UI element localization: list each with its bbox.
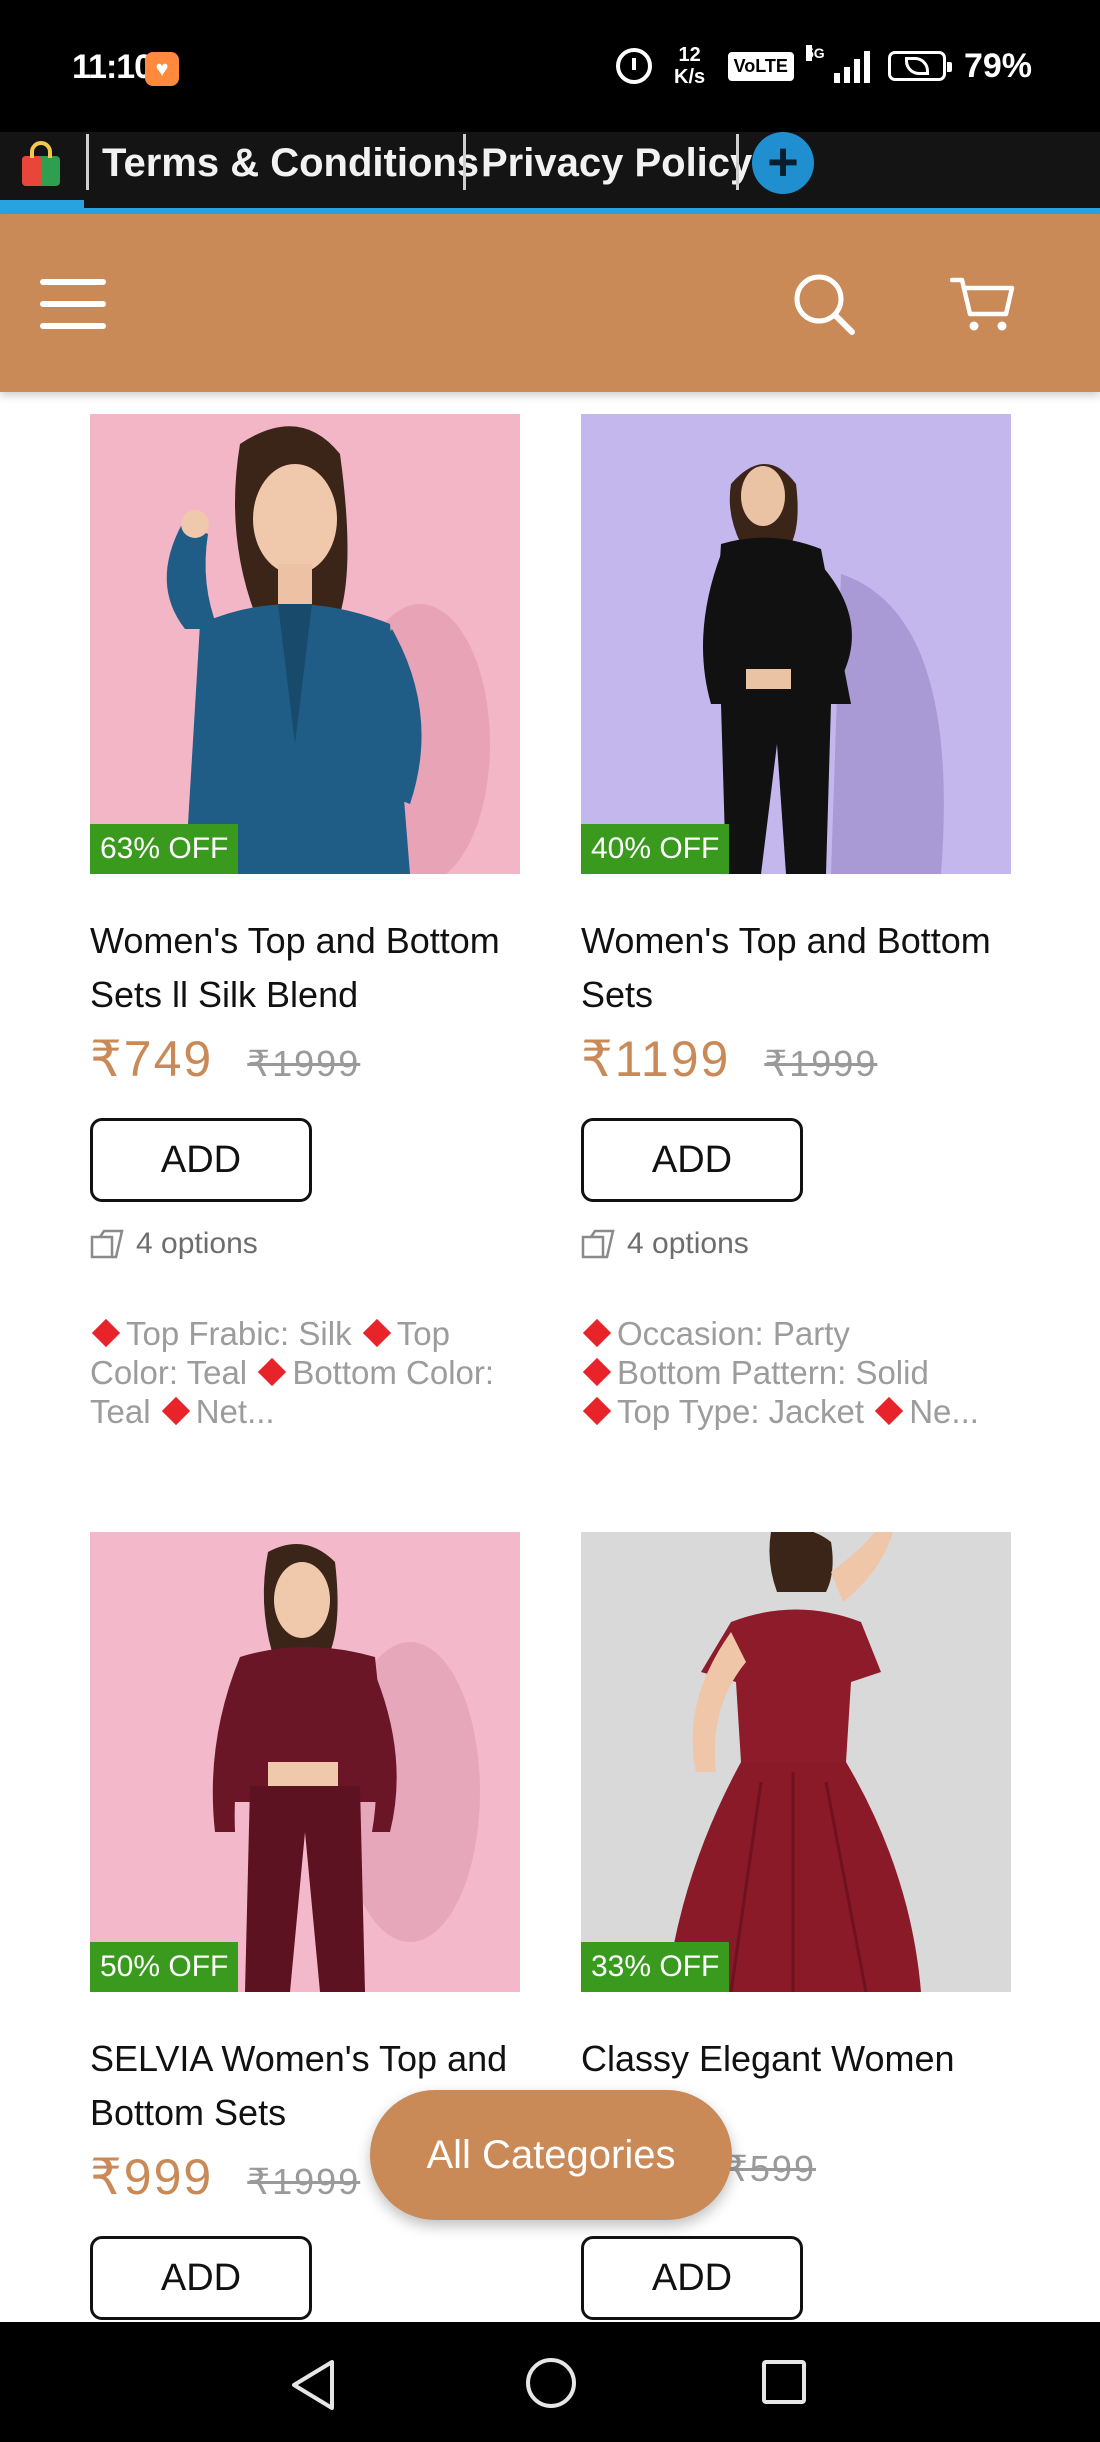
diamond-bullet-icon	[91, 1318, 121, 1348]
discount-badge: 33% OFF	[581, 1942, 730, 1992]
add-to-cart-button[interactable]: ADD	[581, 1118, 803, 1202]
shopping-bag-icon[interactable]	[16, 140, 66, 190]
app-header	[0, 214, 1100, 392]
recents-icon[interactable]	[762, 2360, 806, 2404]
attribute: Occasion: Party	[617, 1315, 850, 1352]
discount-badge: 63% OFF	[90, 824, 239, 874]
options-icon	[581, 1229, 615, 1259]
original-price: ₹1999	[764, 1043, 878, 1084]
original-price: ₹1999	[247, 2161, 361, 2202]
attribute: Ne...	[909, 1393, 979, 1430]
attribute: Top Frabic: Silk	[126, 1315, 352, 1352]
battery-percent: 79%	[963, 46, 1032, 85]
tab-separator	[463, 134, 466, 190]
product-attributes: Occasion: Party Bottom Pattern: Solid Top …	[581, 1314, 1011, 1432]
product-card[interactable]: 63% OFF Women's Top and Bottom Sets ll S…	[90, 414, 520, 1444]
diamond-bullet-icon	[362, 1318, 391, 1348]
diamond-bullet-icon	[875, 1396, 904, 1426]
all-categories-button[interactable]: All Categories	[370, 2090, 732, 2220]
options-count: 4 options	[136, 1227, 258, 1260]
product-attributes: Top Frabic: Silk Top Color: Teal Bottom …	[90, 1314, 520, 1432]
add-to-cart-button[interactable]: ADD	[90, 1118, 312, 1202]
price-row: ₹1199 ₹1999	[581, 1030, 877, 1090]
discount-badge: 50% OFF	[90, 1942, 239, 1992]
options-icon	[90, 1229, 124, 1259]
attribute: Top Type: Jacket	[617, 1393, 865, 1430]
battery-icon	[887, 51, 952, 81]
network-speed-value: 12	[678, 44, 701, 66]
sale-price: ₹1199	[581, 1031, 731, 1087]
product-image[interactable]	[581, 414, 1011, 874]
product-title[interactable]: Women's Top and Bottom Sets	[581, 914, 1011, 1022]
options-row[interactable]: 4 options	[581, 1224, 749, 1264]
back-icon[interactable]	[288, 2358, 340, 2412]
signal-icon: 5G	[805, 45, 870, 83]
status-time: 11:10	[72, 48, 153, 86]
options-row[interactable]: 4 options	[90, 1224, 258, 1264]
original-price: ₹1999	[247, 1043, 361, 1084]
network-type: 5G	[805, 45, 825, 61]
diamond-bullet-icon	[582, 1318, 612, 1348]
sale-price: ₹749	[90, 1031, 214, 1087]
discount-badge: 40% OFF	[581, 824, 730, 874]
product-title[interactable]: Classy Elegant Women	[581, 2032, 1011, 2086]
home-icon[interactable]	[526, 2358, 576, 2408]
diamond-bullet-icon	[582, 1357, 612, 1387]
cart-icon[interactable]	[950, 274, 1016, 334]
product-image[interactable]	[90, 1532, 520, 1992]
system-nav-bar	[0, 2322, 1100, 2442]
add-to-cart-button[interactable]: ADD	[90, 2236, 312, 2320]
search-icon[interactable]	[792, 272, 856, 336]
hamburger-menu-icon[interactable]	[40, 279, 106, 329]
app-notification-icon: ♥	[145, 52, 179, 86]
original-price: ₹599	[725, 2148, 816, 2189]
tab-separator	[86, 134, 89, 190]
tab-privacy-policy[interactable]: Privacy Policy	[481, 135, 752, 191]
tab-separator	[736, 134, 739, 190]
product-image[interactable]	[90, 414, 520, 874]
options-count: 4 options	[627, 1227, 749, 1260]
sale-price: ₹999	[90, 2149, 214, 2205]
product-image[interactable]	[581, 1532, 1011, 1992]
network-speed: 12 K/s	[670, 44, 710, 88]
diamond-bullet-icon	[161, 1396, 190, 1426]
status-bar: 11:10 ♥ 12 K/s VoLTE 5G 79%	[0, 0, 1100, 132]
price-row: ₹999 ₹1999	[90, 2148, 360, 2208]
network-speed-unit: K/s	[674, 66, 706, 88]
add-to-cart-button[interactable]: ADD	[581, 2236, 803, 2320]
product-card[interactable]: 40% OFF Women's Top and Bottom Sets ₹119…	[581, 414, 1011, 1444]
alarm-icon	[615, 48, 652, 84]
diamond-bullet-icon	[582, 1396, 612, 1426]
add-tab-button[interactable]: +	[752, 132, 814, 194]
tab-terms-conditions[interactable]: Terms & Conditions	[102, 135, 479, 191]
product-title[interactable]: Women's Top and Bottom Sets ll Silk Blen…	[90, 914, 520, 1022]
active-tab-indicator	[0, 200, 84, 214]
attribute: Bottom Pattern: Solid	[617, 1354, 929, 1391]
price-row: ₹749 ₹1999	[90, 1030, 360, 1090]
volte-badge: VoLTE	[727, 51, 794, 81]
attribute: Net...	[195, 1393, 275, 1430]
status-indicators: 12 K/s VoLTE 5G 79%	[615, 40, 1032, 92]
diamond-bullet-icon	[258, 1357, 287, 1387]
